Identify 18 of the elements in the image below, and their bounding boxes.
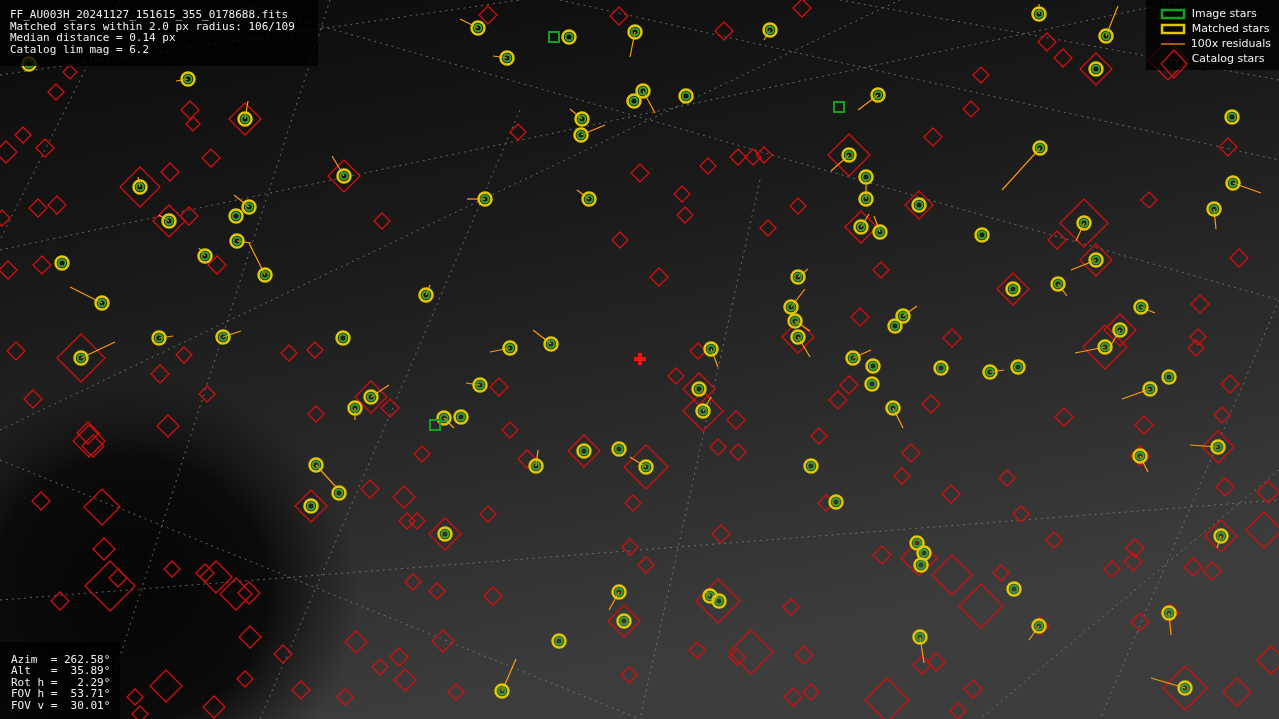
box-icon [1159,6,1188,21]
pointing-text: Alt = 35.89° [11,665,111,677]
legend-label: 100x residuals [1190,37,1271,50]
legend-label: Image stars [1191,7,1257,20]
info-text: Catalog lim mag = 6.2 [10,43,151,55]
legend-label: Catalog stars [1191,52,1265,65]
box-icon [1159,21,1188,36]
info-text: FF_AU003H_20241127_151615_355_0178688.fits [10,9,290,21]
info-text: Matched stars within 2.0 px radius: 106/109 [10,20,296,32]
info-text: Median distance = 0.14 px [10,32,176,44]
pointing-text: Azim = 262.58° [11,653,111,665]
legend-label: Matched stars [1191,22,1270,35]
pointing-text: FOV v = 30.01° [11,699,111,711]
diamond-icon [1159,48,1188,79]
pointing-text: Rot h = 2.29° [11,676,111,688]
line-icon [1160,42,1185,45]
pointing-text: FOV h = 53.71° [11,688,111,700]
center-cross-icon [634,353,646,365]
